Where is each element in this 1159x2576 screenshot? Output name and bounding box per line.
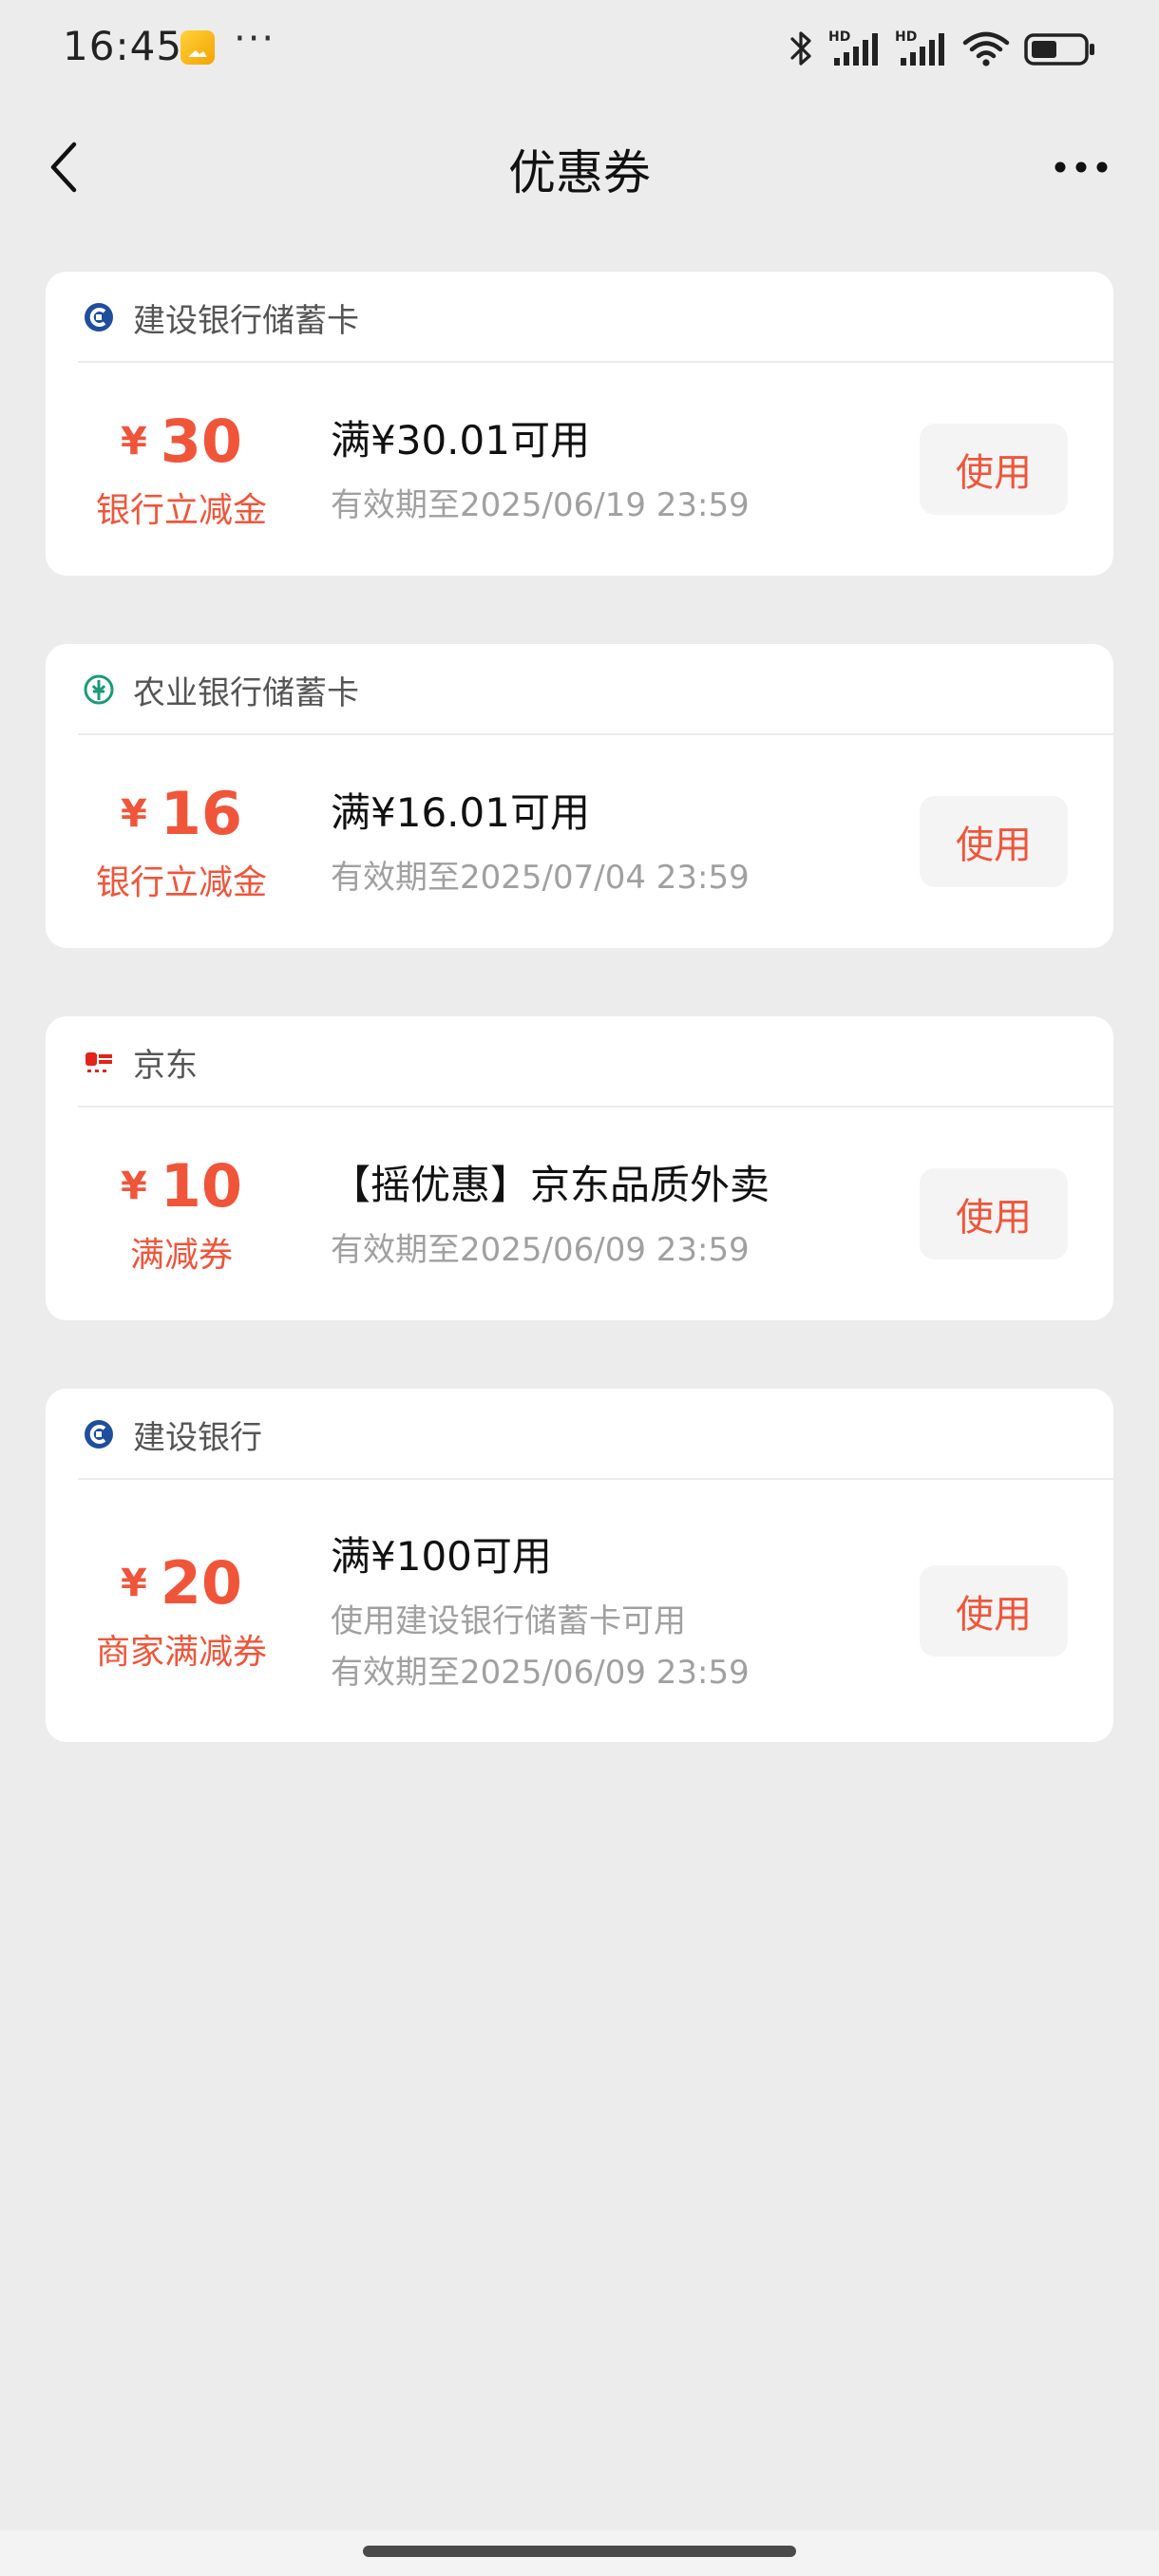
coupon-card: 农业银行储蓄卡 ¥ 16 银行立减金 满¥16.01可用 有效期至2025/07… xyxy=(46,644,1113,948)
ccb-logo-icon xyxy=(85,303,113,331)
use-button[interactable]: 使用 xyxy=(920,1565,1068,1657)
coupon-expiry: 有效期至2025/06/19 23:59 xyxy=(331,485,750,524)
amount-line: ¥ 10 xyxy=(120,1151,243,1221)
more-button[interactable] xyxy=(1051,146,1112,188)
coupon-info: 满¥16.01可用 有效期至2025/07/04 23:59 xyxy=(331,735,920,948)
issuer-name: 京东 xyxy=(133,1046,198,1085)
currency-symbol: ¥ xyxy=(120,1562,147,1605)
coupon-usage-note: 使用建设银行储蓄卡可用 xyxy=(331,1601,686,1640)
amount-value: 16 xyxy=(160,779,243,848)
page-title: 优惠券 xyxy=(508,145,651,200)
ccb-logo-icon xyxy=(85,1420,113,1449)
card-body: ¥ 30 银行立减金 满¥30.01可用 有效期至2025/06/19 23:5… xyxy=(46,363,1113,576)
coupon-expiry: 有效期至2025/06/09 23:59 xyxy=(331,1653,750,1692)
status-time: 16:45 xyxy=(63,23,183,69)
use-button[interactable]: 使用 xyxy=(920,1168,1068,1260)
hd-signal-icon: HD xyxy=(828,28,882,69)
coupon-card: 建设银行储蓄卡 ¥ 30 银行立减金 满¥30.01可用 有效期至2025/06… xyxy=(46,272,1113,576)
wifi-icon xyxy=(961,28,1011,69)
more-dots-icon xyxy=(1054,161,1108,173)
currency-symbol: ¥ xyxy=(120,792,147,836)
use-button[interactable]: 使用 xyxy=(920,424,1068,515)
coupon-info: 满¥30.01可用 有效期至2025/06/19 23:59 xyxy=(331,363,920,576)
coupon-info: 满¥100可用 使用建设银行储蓄卡可用 有效期至2025/06/09 23:59 xyxy=(331,1480,920,1742)
card-body: ¥ 10 满减券 【摇优惠】京东品质外卖 有效期至2025/06/09 23:5… xyxy=(46,1108,1113,1320)
coupon-type: 银行立减金 xyxy=(95,491,267,530)
coupon-card: 建设银行 ¥ 20 商家满减券 满¥100可用 使用建设银行储蓄卡可用 有效期至… xyxy=(46,1389,1113,1742)
coupon-condition: 满¥100可用 xyxy=(331,1532,552,1580)
use-button[interactable]: 使用 xyxy=(920,796,1068,887)
nav-bar: 优惠券 xyxy=(0,114,1159,220)
issuer-name: 农业银行储蓄卡 xyxy=(133,673,359,712)
coupon-list: 建设银行储蓄卡 ¥ 30 银行立减金 满¥30.01可用 有效期至2025/06… xyxy=(46,272,1113,1810)
amount-value: 10 xyxy=(160,1151,243,1221)
coupon-type: 银行立减金 xyxy=(95,863,267,902)
card-body: ¥ 16 银行立减金 满¥16.01可用 有效期至2025/07/04 23:5… xyxy=(46,735,1113,948)
status-bar: 16:45 ··· HD HD xyxy=(0,0,1159,95)
currency-symbol: ¥ xyxy=(120,1165,147,1208)
coupon-type: 满减券 xyxy=(129,1236,233,1275)
home-indicator[interactable] xyxy=(363,2546,796,2557)
amount-value: 30 xyxy=(160,407,243,476)
coupon-info: 【摇优惠】京东品质外卖 有效期至2025/06/09 23:59 xyxy=(331,1108,920,1320)
coupon-condition: 【摇优惠】京东品质外卖 xyxy=(331,1161,770,1208)
coupon-expiry: 有效期至2025/06/09 23:59 xyxy=(331,1230,750,1269)
card-header: 京东 xyxy=(46,1016,1113,1108)
amount-line: ¥ 20 xyxy=(120,1548,243,1618)
amount-line: ¥ 16 xyxy=(120,779,243,848)
app-notification-icon xyxy=(180,30,215,65)
currency-symbol: ¥ xyxy=(120,420,147,464)
coupon-condition: 满¥30.01可用 xyxy=(331,416,590,464)
coupon-expiry: 有效期至2025/07/04 23:59 xyxy=(331,858,750,897)
battery-icon xyxy=(1024,28,1096,69)
coupon-card: 京东 ¥ 10 满减券 【摇优惠】京东品质外卖 有效期至2025/06/09 2… xyxy=(46,1016,1113,1320)
issuer-name: 建设银行 xyxy=(133,1418,262,1457)
hd-label: HD xyxy=(828,29,850,45)
coupon-type: 商家满减券 xyxy=(95,1633,267,1672)
amount-value: 20 xyxy=(160,1548,243,1618)
amount-line: ¥ 30 xyxy=(120,407,243,476)
card-body: ¥ 20 商家满减券 满¥100可用 使用建设银行储蓄卡可用 有效期至2025/… xyxy=(46,1480,1113,1742)
abc-logo-icon xyxy=(84,674,114,705)
amount-column: ¥ 16 银行立减金 xyxy=(46,735,317,948)
card-header: 农业银行储蓄卡 xyxy=(46,644,1113,735)
amount-column: ¥ 10 满减券 xyxy=(46,1108,317,1320)
coupon-condition: 满¥16.01可用 xyxy=(331,788,590,836)
status-more-icon: ··· xyxy=(234,17,276,61)
card-header: 建设银行 xyxy=(46,1389,1113,1480)
jd-logo-icon xyxy=(86,1052,112,1072)
gesture-bar-area xyxy=(0,2530,1159,2576)
amount-column: ¥ 30 银行立减金 xyxy=(46,363,317,576)
issuer-name: 建设银行储蓄卡 xyxy=(133,301,359,340)
amount-column: ¥ 20 商家满减券 xyxy=(46,1480,317,1742)
status-icons: HD HD xyxy=(788,25,1096,72)
card-header: 建设银行储蓄卡 xyxy=(46,272,1113,363)
bluetooth-icon xyxy=(788,28,815,69)
hd-label-2: HD xyxy=(895,29,917,45)
hd-signal-icon-2: HD xyxy=(895,28,948,69)
